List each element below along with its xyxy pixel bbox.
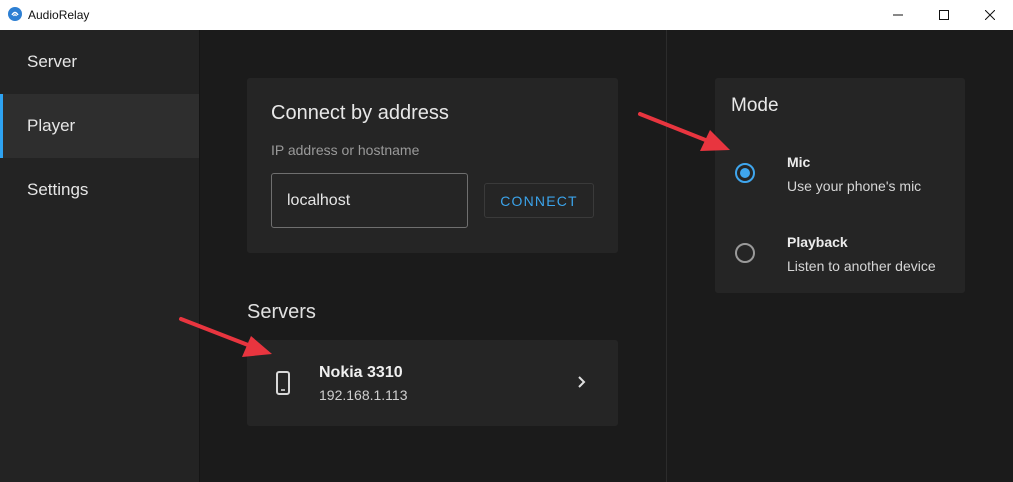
smartphone-icon — [276, 371, 290, 395]
sidebar-item-server[interactable]: Server — [0, 30, 199, 94]
sidebar: Server Player Settings — [0, 30, 200, 482]
mode-card: Mode Mic Use your phone's mic Playback L… — [715, 78, 965, 293]
maximize-icon — [939, 10, 949, 20]
sidebar-item-label: Settings — [27, 180, 89, 199]
ip-field-label: IP address or hostname — [271, 142, 420, 158]
column-divider — [666, 30, 667, 482]
playback-option-title: Playback — [787, 234, 848, 250]
sidebar-item-settings[interactable]: Settings — [0, 158, 199, 222]
sidebar-item-label: Server — [27, 52, 78, 71]
playback-option-description: Listen to another device — [787, 258, 936, 274]
server-ip: 192.168.1.113 — [319, 387, 408, 403]
server-name: Nokia 3310 — [319, 364, 403, 381]
annotation-arrow-icon — [179, 317, 272, 357]
minimize-button[interactable] — [875, 0, 921, 30]
server-list-item[interactable]: Nokia 3310 192.168.1.113 — [247, 340, 618, 426]
connect-button[interactable]: CONNECT — [484, 183, 594, 218]
minimize-icon — [893, 14, 903, 16]
mic-radio-button[interactable] — [735, 163, 755, 183]
chevron-right-icon — [578, 376, 586, 388]
playback-radio-button[interactable] — [735, 243, 755, 263]
window-title: AudioRelay — [28, 8, 90, 22]
app-logo-icon — [8, 7, 22, 21]
sidebar-item-player[interactable]: Player — [0, 94, 199, 158]
connect-by-address-card: Connect by address IP address or hostnam… — [247, 78, 618, 253]
mic-option-description: Use your phone's mic — [787, 178, 922, 194]
ip-address-input[interactable] — [271, 173, 468, 228]
close-button[interactable] — [967, 0, 1013, 30]
title-bar: AudioRelay — [0, 0, 1013, 30]
mic-option-title: Mic — [787, 154, 811, 170]
annotation-arrow-icon — [638, 112, 730, 151]
mode-title: Mode — [731, 95, 779, 116]
maximize-button[interactable] — [921, 0, 967, 30]
connect-title: Connect by address — [271, 102, 449, 124]
close-icon — [985, 10, 995, 20]
sidebar-item-label: Player — [27, 116, 76, 135]
